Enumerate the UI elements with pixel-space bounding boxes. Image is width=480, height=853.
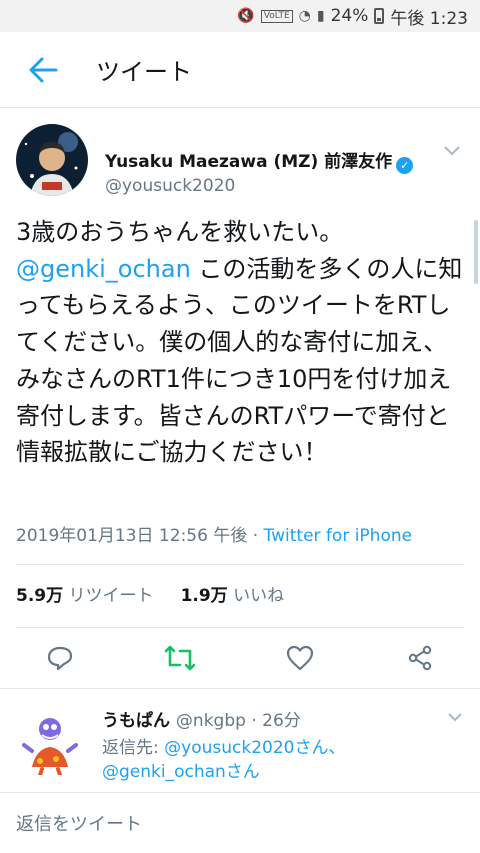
page-title: ツイート — [96, 58, 192, 86]
verified-icon: ✓ — [396, 157, 414, 174]
chevron-down-icon[interactable] — [446, 711, 464, 723]
tweet-text-body: この活動を多くの人に知ってもらえるよう、このツイートをRTしてください。僕の個人… — [16, 254, 463, 467]
battery-percent: 24% — [330, 6, 369, 26]
reply-avatar[interactable] — [16, 707, 84, 777]
reply-input-placeholder[interactable]: 返信をツイート — [16, 810, 142, 836]
reply-author[interactable]: うもぱん @nkgbp · 26分 — [102, 706, 301, 731]
tweet-actions — [0, 628, 480, 688]
retweet-stat[interactable]: 5.9万 リツイート — [16, 586, 154, 606]
reply-icon — [47, 646, 73, 671]
tweet-text-line1: 3歳のおうちゃんを救いたい。 — [16, 218, 344, 246]
arrow-left-icon — [29, 57, 58, 82]
reply-button[interactable] — [40, 638, 80, 678]
scrollbar[interactable] — [474, 220, 478, 284]
like-count: 1.9万 — [180, 586, 228, 606]
author-avatar[interactable] — [16, 124, 88, 196]
reply-composer[interactable]: 返信をツイート — [0, 792, 480, 853]
author-name-text: Yusaku Maezawa (MZ) 前澤友作 — [105, 152, 393, 172]
divider — [16, 564, 464, 565]
like-button[interactable] — [280, 638, 320, 678]
app-bar: ツイート — [0, 32, 480, 108]
share-button[interactable] — [400, 638, 440, 678]
tweet-detail[interactable]: Yusaku Maezawa (MZ) 前澤友作 ✓ @yousuck2020 3… — [0, 108, 480, 792]
chevron-down-icon[interactable] — [442, 144, 462, 158]
tweet-stats: 5.9万 リツイート 1.9万 いいね — [16, 581, 284, 606]
reply-tweet[interactable]: うもぱん @nkgbp · 26分 返信先: @yousuck2020さん、 @… — [0, 688, 480, 792]
like-label: いいね — [233, 586, 285, 606]
back-button[interactable] — [0, 32, 86, 108]
tweet-text: 3歳のおうちゃんを救いたい。 @genki_ochan この活動を多くの人に知っ… — [16, 214, 468, 471]
reply-author-name: うもぱん — [102, 711, 170, 731]
heart-icon — [286, 645, 314, 671]
reply-to-user-link[interactable]: @genki_ochanさん — [102, 762, 260, 782]
meta-separator: · — [247, 526, 264, 546]
clock: 午後 1:23 — [390, 8, 468, 29]
tweet-source-link[interactable]: Twitter for iPhone — [264, 526, 413, 546]
tweet-header: Yusaku Maezawa (MZ) 前澤友作 ✓ @yousuck2020 — [16, 124, 466, 196]
wifi-icon: ◔ — [298, 8, 311, 24]
share-icon — [408, 645, 432, 671]
retweet-icon — [164, 645, 196, 671]
reply-to-label: 返信先: — [102, 738, 165, 758]
mention-link[interactable]: @genki_ochan — [16, 255, 191, 283]
author-handle[interactable]: @yousuck2020 — [105, 176, 235, 196]
reply-context: 返信先: @yousuck2020さん、 @genki_ochanさん — [102, 736, 345, 784]
battery-icon — [374, 8, 385, 24]
tweet-timestamp: 2019年01月13日 12:56 午後 — [16, 526, 248, 546]
signal-icon: ▮ — [316, 8, 325, 24]
retweet-button[interactable] — [160, 638, 200, 678]
author-name[interactable]: Yusaku Maezawa (MZ) 前澤友作 ✓ — [105, 147, 414, 174]
like-stat[interactable]: 1.9万 いいね — [181, 586, 285, 606]
retweet-label: リツイート — [68, 586, 154, 606]
tweet-meta: 2019年01月13日 12:56 午後 · Twitter for iPhon… — [16, 521, 412, 546]
volte-badge: VoLTE — [260, 9, 293, 23]
status-bar: 🔇 VoLTE ◔ ▮ 24% 午後 1:23 — [0, 0, 480, 32]
reply-author-handle: @nkgbp — [175, 711, 246, 731]
retweet-count: 5.9万 — [16, 586, 64, 606]
reply-to-user-link[interactable]: @yousuck2020さん、 — [164, 738, 345, 758]
reply-time: · 26分 — [245, 711, 301, 731]
mute-icon: 🔇 — [237, 8, 255, 24]
